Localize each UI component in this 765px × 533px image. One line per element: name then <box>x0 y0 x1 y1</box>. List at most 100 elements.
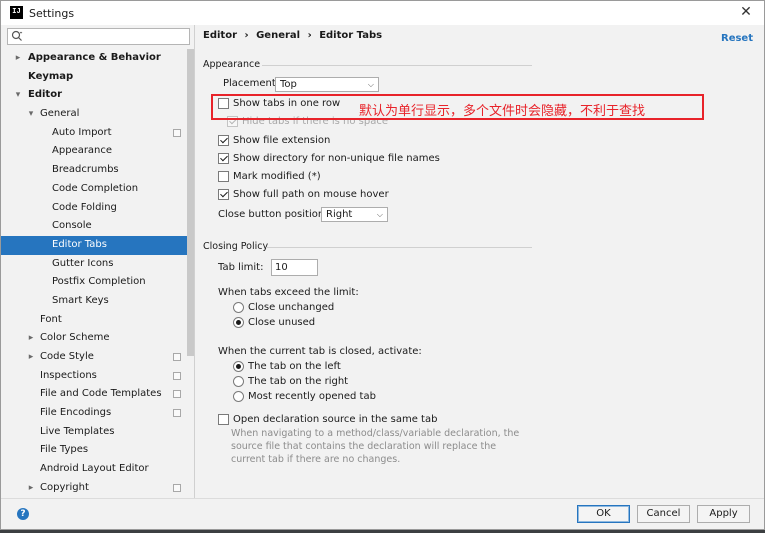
show-file-extension-label: Show file extension <box>233 135 331 146</box>
sidebar-item-smart-keys[interactable]: Smart Keys <box>1 292 187 311</box>
settings-search-box[interactable] <box>7 28 190 45</box>
sidebar-item-label: Breadcrumbs <box>52 164 119 176</box>
sidebar-item-file-and-code-templates[interactable]: File and Code Templates <box>1 385 187 404</box>
chevron-down-icon[interactable]: ▾ <box>13 86 23 105</box>
show-directory-label: Show directory for non-unique file names <box>233 153 440 164</box>
annotation-note: 默认为单行显示，多个文件时会隐藏，不利于查找 <box>359 104 646 119</box>
close-unused-radio[interactable] <box>233 317 244 328</box>
sidebar-item-android-layout-editor[interactable]: Android Layout Editor <box>1 460 187 479</box>
help-icon[interactable]: ? <box>17 508 29 520</box>
show-file-extension-checkbox[interactable] <box>218 135 229 146</box>
ok-button[interactable]: OK <box>577 505 630 523</box>
placement-dropdown[interactable]: Top ⌵ <box>275 77 379 92</box>
project-scope-icon <box>173 483 181 492</box>
sidebar-item-label: Code Completion <box>52 182 139 194</box>
sidebar-item-code-style[interactable]: ▸ Code Style <box>1 348 187 367</box>
open-declaration-checkbox[interactable] <box>218 414 229 425</box>
tab-on-right-label: The tab on the right <box>248 376 349 387</box>
activate-label: When the current tab is closed, activate… <box>218 346 422 357</box>
sidebar-item-label: Appearance & Behavior <box>28 52 161 63</box>
show-directory-option[interactable]: Show directory for non-unique file names <box>218 153 440 164</box>
apply-button[interactable]: Apply <box>697 505 750 523</box>
sidebar-item-label: File Types <box>40 444 89 456</box>
sidebar-item-inspections[interactable]: Inspections <box>1 367 187 386</box>
section-divider <box>262 65 532 66</box>
sidebar-item-label: Copyright <box>40 481 89 493</box>
reset-link[interactable]: Reset <box>721 33 753 44</box>
most-recent-radio[interactable] <box>233 391 244 402</box>
sidebar-item-editor-tabs[interactable]: Editor Tabs <box>1 235 187 255</box>
show-full-path-checkbox[interactable] <box>218 189 229 200</box>
sidebar-item-file-types[interactable]: File Types <box>1 441 187 460</box>
close-button-position-dropdown[interactable]: Right ⌵ <box>321 207 388 222</box>
close-button-position-value: Right <box>326 209 353 220</box>
sidebar-scrollbar[interactable] <box>187 49 194 356</box>
show-full-path-label: Show full path on mouse hover <box>233 189 389 200</box>
show-directory-checkbox[interactable] <box>218 153 229 164</box>
settings-tree: ▸ Appearance & Behavior Keymap ▾ Editor ▾ Gene… <box>1 49 187 498</box>
cancel-button[interactable]: Cancel <box>637 505 690 523</box>
close-unchanged-radio[interactable] <box>233 302 244 313</box>
search-icon <box>11 30 23 41</box>
window-title: Settings <box>29 7 75 20</box>
sidebar-item-breadcrumbs[interactable]: Breadcrumbs <box>1 161 187 180</box>
chevron-right-icon[interactable]: ▸ <box>26 348 36 367</box>
tab-on-right-radio[interactable] <box>233 376 244 387</box>
show-tabs-one-row-label: Show tabs in one row <box>233 98 341 109</box>
close-button[interactable]: ✕ <box>738 4 754 20</box>
settings-search-input[interactable] <box>26 30 186 43</box>
hide-tabs-no-space-checkbox[interactable] <box>227 116 238 127</box>
sidebar-item-auto-import[interactable]: Auto Import <box>1 124 187 143</box>
tab-on-left-option[interactable]: The tab on the left <box>233 361 341 372</box>
tab-limit-label: Tab limit: <box>218 262 264 273</box>
sidebar-item-appearance[interactable]: Appearance <box>1 142 187 161</box>
title-bar: IJ Settings ✕ <box>1 1 764 25</box>
sidebar-item-file-encodings[interactable]: File Encodings <box>1 404 187 423</box>
breadcrumb-separator: › <box>244 30 249 41</box>
sidebar-item-label: Appearance <box>52 145 113 157</box>
close-unused-option[interactable]: Close unused <box>233 317 315 328</box>
show-full-path-option[interactable]: Show full path on mouse hover <box>218 189 389 200</box>
most-recent-option[interactable]: Most recently opened tab <box>233 391 376 402</box>
sidebar-item-code-folding[interactable]: Code Folding <box>1 199 187 218</box>
chevron-right-icon[interactable]: ▸ <box>26 479 36 498</box>
sidebar-item-label: Inspections <box>40 369 97 381</box>
project-scope-icon <box>173 390 181 399</box>
sidebar-item-console[interactable]: Console <box>1 217 187 236</box>
show-file-extension-option[interactable]: Show file extension <box>218 135 330 146</box>
close-unchanged-label: Close unchanged <box>248 302 335 313</box>
tab-on-right-option[interactable]: The tab on the right <box>233 376 348 387</box>
sidebar-item-label: Android Layout Editor <box>40 463 149 475</box>
open-declaration-option[interactable]: Open declaration source in the same tab <box>218 414 437 425</box>
sidebar-item-label: Keymap <box>28 70 74 82</box>
chevron-down-icon: ⌵ <box>367 80 374 89</box>
project-scope-icon <box>173 409 181 418</box>
sidebar-item-keymap[interactable]: Keymap <box>1 68 187 87</box>
sidebar-item-code-completion[interactable]: Code Completion <box>1 180 187 199</box>
show-tabs-one-row-option[interactable]: Show tabs in one row <box>218 98 340 109</box>
show-tabs-one-row-checkbox[interactable] <box>218 98 229 109</box>
chevron-down-icon[interactable]: ▾ <box>26 105 36 124</box>
sidebar-item-general[interactable]: ▾ General <box>1 105 187 124</box>
mark-modified-option[interactable]: Mark modified (*) <box>218 171 321 182</box>
close-unused-label: Close unused <box>248 317 316 328</box>
chevron-right-icon[interactable]: ▸ <box>13 49 23 68</box>
sidebar-item-copyright[interactable]: ▸ Copyright <box>1 479 187 498</box>
sidebar-item-postfix-completion[interactable]: Postfix Completion <box>1 273 187 292</box>
exceed-limit-label: When tabs exceed the limit: <box>218 287 359 298</box>
sidebar-item-live-templates[interactable]: Live Templates <box>1 423 187 442</box>
close-unchanged-option[interactable]: Close unchanged <box>233 302 334 313</box>
sidebar-item-color-scheme[interactable]: ▸ Color Scheme <box>1 329 187 348</box>
close-button-position-row: Close button position: <box>218 209 328 220</box>
sidebar-item-gutter-icons[interactable]: Gutter Icons <box>1 255 187 274</box>
sidebar-item-editor[interactable]: ▾ Editor <box>1 86 187 105</box>
tab-limit-input[interactable]: 10 <box>271 259 318 276</box>
mark-modified-checkbox[interactable] <box>218 171 229 182</box>
intellij-app-icon: IJ <box>10 6 23 19</box>
close-button-position-label: Close button position: <box>218 209 328 220</box>
sidebar-item-appearance-behavior[interactable]: ▸ Appearance & Behavior <box>1 49 187 68</box>
tab-on-left-radio[interactable] <box>233 361 244 372</box>
chevron-right-icon[interactable]: ▸ <box>26 329 36 348</box>
project-scope-icon <box>173 371 181 380</box>
sidebar-item-font[interactable]: Font <box>1 311 187 330</box>
